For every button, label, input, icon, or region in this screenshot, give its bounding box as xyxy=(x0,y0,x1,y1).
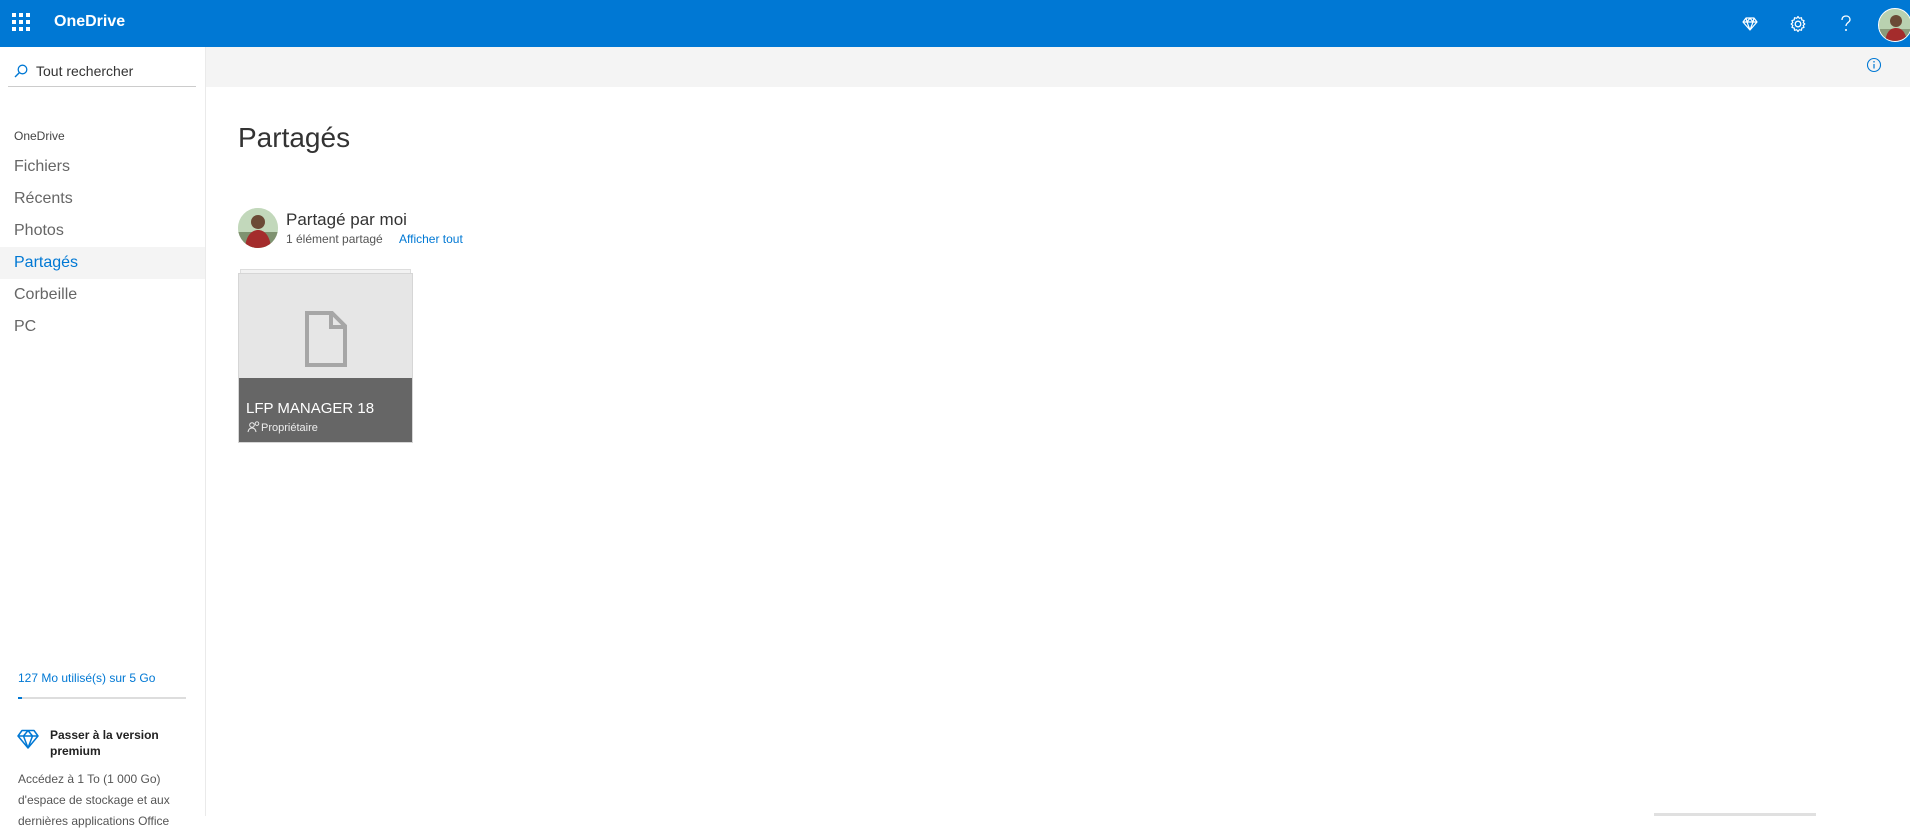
storage-progress-bar xyxy=(18,697,186,699)
info-icon[interactable] xyxy=(1866,57,1882,78)
nav-header: OneDrive xyxy=(14,129,65,143)
sidebar-item-partages[interactable]: Partagés xyxy=(0,247,205,279)
shared-file-tile[interactable]: 2 LFP MANAGER 18 Propriétaire xyxy=(238,273,413,443)
app-launcher-icon[interactable] xyxy=(12,13,32,33)
tile-file-name: LFP MANAGER 18 xyxy=(246,400,375,417)
sidebar-item-photos[interactable]: Photos xyxy=(0,215,205,247)
command-bar xyxy=(206,47,1910,87)
sidebar-item-fichiers[interactable]: Fichiers xyxy=(0,151,205,183)
sidebar-item-recents[interactable]: Récents xyxy=(0,183,205,215)
show-all-link[interactable]: Afficher tout xyxy=(399,232,463,246)
premium-upgrade-link[interactable]: Passer à la version premium xyxy=(50,727,180,759)
sidebar-item-pc[interactable]: PC xyxy=(0,311,205,343)
premium-description: Accédez à 1 To (1 000 Go) d'espace de st… xyxy=(18,772,170,828)
section-item-count: 1 élément partagé xyxy=(286,232,383,246)
storage-progress-fill xyxy=(18,697,23,699)
owner-avatar xyxy=(238,208,278,248)
premium-diamond-icon[interactable] xyxy=(1737,11,1763,37)
sidebar-item-corbeille[interactable]: Corbeille xyxy=(0,279,205,311)
sidebar: Tout rechercher OneDrive Fichiers Récent… xyxy=(0,47,206,828)
page-title: Partagés xyxy=(238,122,351,153)
search-box[interactable]: Tout rechercher xyxy=(8,55,196,87)
search-input[interactable]: Tout rechercher xyxy=(36,63,133,79)
app-brand[interactable]: OneDrive xyxy=(54,13,125,31)
storage-usage-link[interactable]: 127 Mo utilisé(s) sur 5 Go xyxy=(18,671,155,685)
user-avatar[interactable] xyxy=(1878,8,1910,42)
premium-diamond-icon xyxy=(16,729,40,754)
search-icon xyxy=(14,64,28,77)
people-icon xyxy=(247,420,261,438)
tile-role-label: Propriétaire xyxy=(261,422,318,434)
document-icon xyxy=(304,310,348,373)
top-bar: OneDrive xyxy=(0,0,1910,47)
settings-gear-icon[interactable] xyxy=(1785,11,1811,37)
help-icon[interactable] xyxy=(1833,11,1859,37)
section-title: Partagé par moi xyxy=(286,210,407,229)
